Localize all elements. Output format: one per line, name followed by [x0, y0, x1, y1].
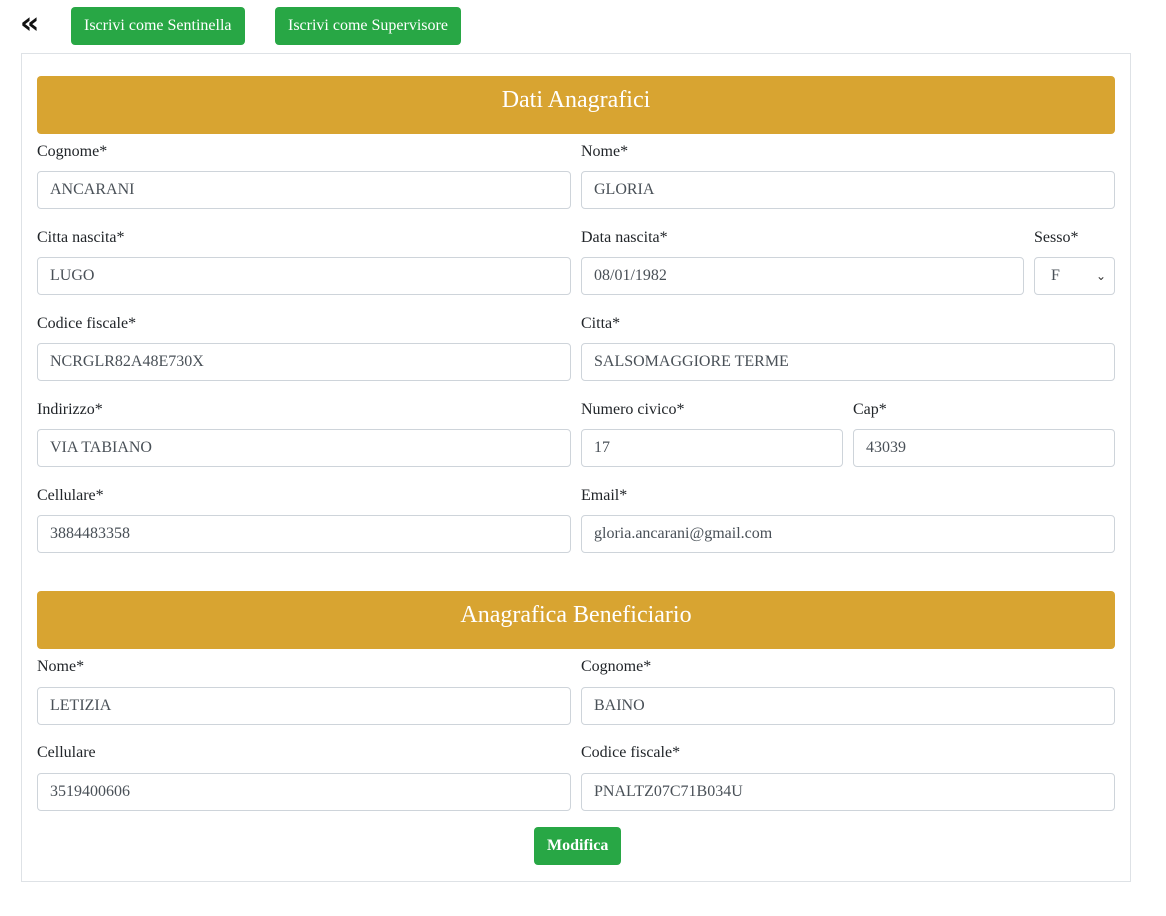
email-label: Email* [581, 487, 628, 504]
beneficiario-cellulare-label: Cellulare [37, 744, 96, 761]
indirizzo-label: Indirizzo* [37, 401, 103, 418]
citta-nascita-label: Citta nascita* [37, 229, 125, 246]
section-title-anagrafica-beneficiario: Anagrafica Beneficiario [37, 591, 1115, 649]
beneficiario-nome-input[interactable] [37, 687, 571, 725]
sesso-select[interactable]: F ⌄ [1034, 257, 1115, 295]
cognome-input[interactable] [37, 171, 571, 209]
citta-nascita-input[interactable] [37, 257, 571, 295]
indirizzo-input[interactable] [37, 429, 571, 467]
cellulare-label: Cellulare* [37, 487, 104, 504]
codice-fiscale-label: Codice fiscale* [37, 315, 137, 332]
data-nascita-label: Data nascita* [581, 229, 668, 246]
top-toolbar: « Iscrivi come Sentinella Iscrivi come S… [0, 0, 1166, 53]
back-double-chevron-icon[interactable]: « [20, 9, 46, 40]
register-sentinella-button[interactable]: Iscrivi come Sentinella [71, 7, 245, 45]
beneficiario-codice-fiscale-label: Codice fiscale* [581, 744, 681, 761]
numero-civico-label: Numero civico* [581, 401, 685, 418]
beneficiario-cellulare-input[interactable] [37, 773, 571, 811]
citta-input[interactable] [581, 343, 1115, 381]
modifica-button[interactable]: Modifica [534, 827, 622, 865]
citta-label: Citta* [581, 315, 621, 332]
chevron-down-icon: ⌄ [1095, 269, 1106, 283]
section-title-dati-anagrafici: Dati Anagrafici [37, 76, 1115, 134]
cap-input[interactable] [853, 429, 1115, 467]
codice-fiscale-input[interactable] [37, 343, 571, 381]
register-supervisore-button[interactable]: Iscrivi come Supervisore [275, 7, 461, 45]
email-input[interactable] [581, 515, 1115, 553]
beneficiario-nome-label: Nome* [37, 658, 85, 675]
beneficiario-codice-fiscale-input[interactable] [581, 773, 1115, 811]
cellulare-input[interactable] [37, 515, 571, 553]
numero-civico-input[interactable] [581, 429, 843, 467]
beneficiario-cognome-label: Cognome* [581, 658, 652, 675]
cognome-label: Cognome* [37, 143, 108, 160]
beneficiario-cognome-input[interactable] [581, 687, 1115, 725]
cap-label: Cap* [853, 401, 887, 418]
nome-input[interactable] [581, 171, 1115, 209]
registration-form-card: Dati Anagrafici Cognome* Nome* Citta nas… [21, 53, 1131, 882]
sesso-selected-value: F [1051, 267, 1060, 284]
data-nascita-input[interactable] [581, 257, 1024, 295]
sesso-label: Sesso* [1034, 229, 1079, 246]
nome-label: Nome* [581, 143, 629, 160]
